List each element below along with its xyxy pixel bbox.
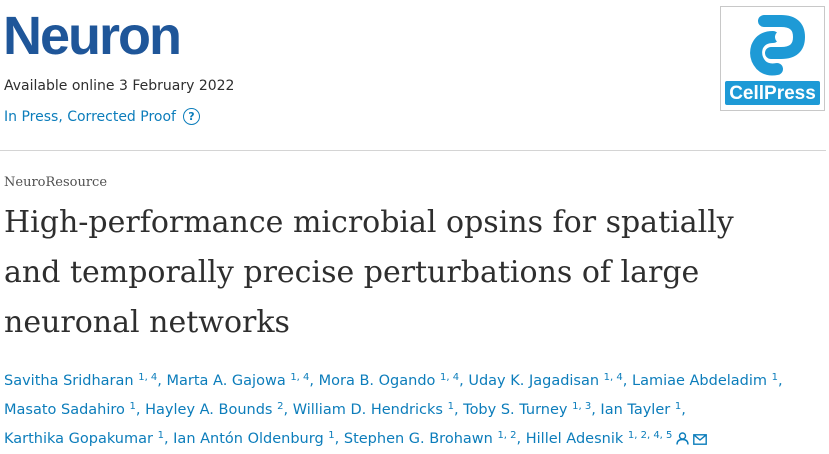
author[interactable]: Hillel Adesnik 1, 2, 4, 5 — [526, 430, 708, 447]
author-name[interactable]: Masato Sadahiro — [4, 402, 125, 418]
author-name[interactable]: Lamiae Abdeladim — [632, 373, 767, 389]
corrected-proof-link[interactable]: Corrected Proof — [67, 109, 176, 125]
author[interactable]: Marta A. Gajowa 1, 4 — [167, 372, 310, 389]
author-name[interactable]: William D. Hendricks — [293, 402, 443, 418]
author-name[interactable]: Toby S. Turney — [463, 402, 567, 418]
author-separator: , — [453, 402, 464, 418]
status-separator: , — [58, 108, 68, 125]
author-name[interactable]: Uday K. Jagadisan — [468, 373, 599, 389]
affiliation-superscript[interactable]: 1, 3 — [572, 401, 591, 412]
affiliation-superscript[interactable]: 1, 4 — [604, 372, 623, 383]
author-separator: , — [622, 373, 632, 389]
publication-status: In Press, Corrected Proof ? — [4, 108, 200, 125]
author[interactable]: Ian Antón Oldenburg 1 — [173, 430, 334, 447]
author-name[interactable]: Ian Antón Oldenburg — [173, 431, 324, 447]
author-name[interactable]: Hayley A. Bounds — [145, 402, 272, 418]
author[interactable]: Stephen G. Brohawn 1, 2 — [344, 430, 517, 447]
author[interactable]: Masato Sadahiro 1 — [4, 401, 136, 418]
affiliation-superscript[interactable]: 1, 4 — [290, 372, 309, 383]
author[interactable]: Ian Tayler 1 — [600, 401, 681, 418]
author[interactable]: William D. Hendricks 1 — [293, 401, 454, 418]
author-separator: , — [283, 402, 293, 418]
author[interactable]: Uday K. Jagadisan 1, 4 — [468, 372, 623, 389]
author-name[interactable]: Stephen G. Brohawn — [344, 431, 493, 447]
available-online-date: Available online 3 February 2022 — [4, 78, 235, 94]
author-separator: , — [334, 431, 344, 447]
article-title-line: High-performance microbial opsins for sp… — [4, 205, 734, 240]
author-name[interactable]: Marta A. Gajowa — [167, 373, 286, 389]
person-icon[interactable] — [676, 428, 690, 454]
author-separator: , — [516, 431, 526, 447]
author[interactable]: Hayley A. Bounds 2 — [145, 401, 283, 418]
article-type: NeuroResource — [4, 175, 108, 190]
article-title: High-performance microbial opsins for sp… — [4, 198, 819, 348]
cellpress-logo-text: CellPress — [729, 83, 816, 104]
article-title-line: neuronal networks — [4, 305, 290, 340]
cellpress-logo-graphic: CellPress — [722, 8, 823, 109]
author-separator: , — [163, 431, 174, 447]
header-divider — [0, 150, 826, 151]
cellpress-logo[interactable]: CellPress — [720, 6, 825, 111]
author-separator: , — [778, 373, 783, 389]
author[interactable]: Lamiae Abdeladim 1 — [632, 372, 778, 389]
author[interactable]: Mora B. Ogando 1, 4 — [319, 372, 459, 389]
author-name[interactable]: Mora B. Ogando — [319, 373, 436, 389]
author[interactable]: Karthika Gopakumar 1 — [4, 430, 164, 447]
author-separator: , — [681, 402, 686, 418]
author-name[interactable]: Hillel Adesnik — [526, 431, 624, 447]
author-name[interactable]: Karthika Gopakumar — [4, 431, 153, 447]
article-title-line: and temporally precise perturbations of … — [4, 255, 700, 290]
affiliation-superscript[interactable]: 1, 4 — [440, 372, 459, 383]
author-name[interactable]: Ian Tayler — [600, 402, 670, 418]
affiliation-superscript[interactable]: 1, 4 — [138, 372, 157, 383]
author-separator: , — [459, 373, 469, 389]
author[interactable]: Savitha Sridharan 1, 4 — [4, 372, 157, 389]
author[interactable]: Toby S. Turney 1, 3 — [463, 401, 591, 418]
journal-title[interactable]: Neuron — [3, 4, 182, 68]
affiliation-superscript[interactable]: 1, 2 — [497, 430, 516, 441]
author-separator: , — [135, 402, 146, 418]
help-icon[interactable]: ? — [182, 108, 200, 125]
author-separator: , — [309, 373, 319, 389]
in-press-link[interactable]: In Press — [4, 109, 58, 125]
author-list: Savitha Sridharan 1, 4, Marta A. Gajowa … — [4, 365, 819, 454]
affiliation-superscript[interactable]: 1, 2, 4, 5 — [628, 430, 673, 441]
author-separator: , — [157, 373, 167, 389]
author-name[interactable]: Savitha Sridharan — [4, 373, 134, 389]
envelope-icon[interactable] — [693, 428, 708, 454]
